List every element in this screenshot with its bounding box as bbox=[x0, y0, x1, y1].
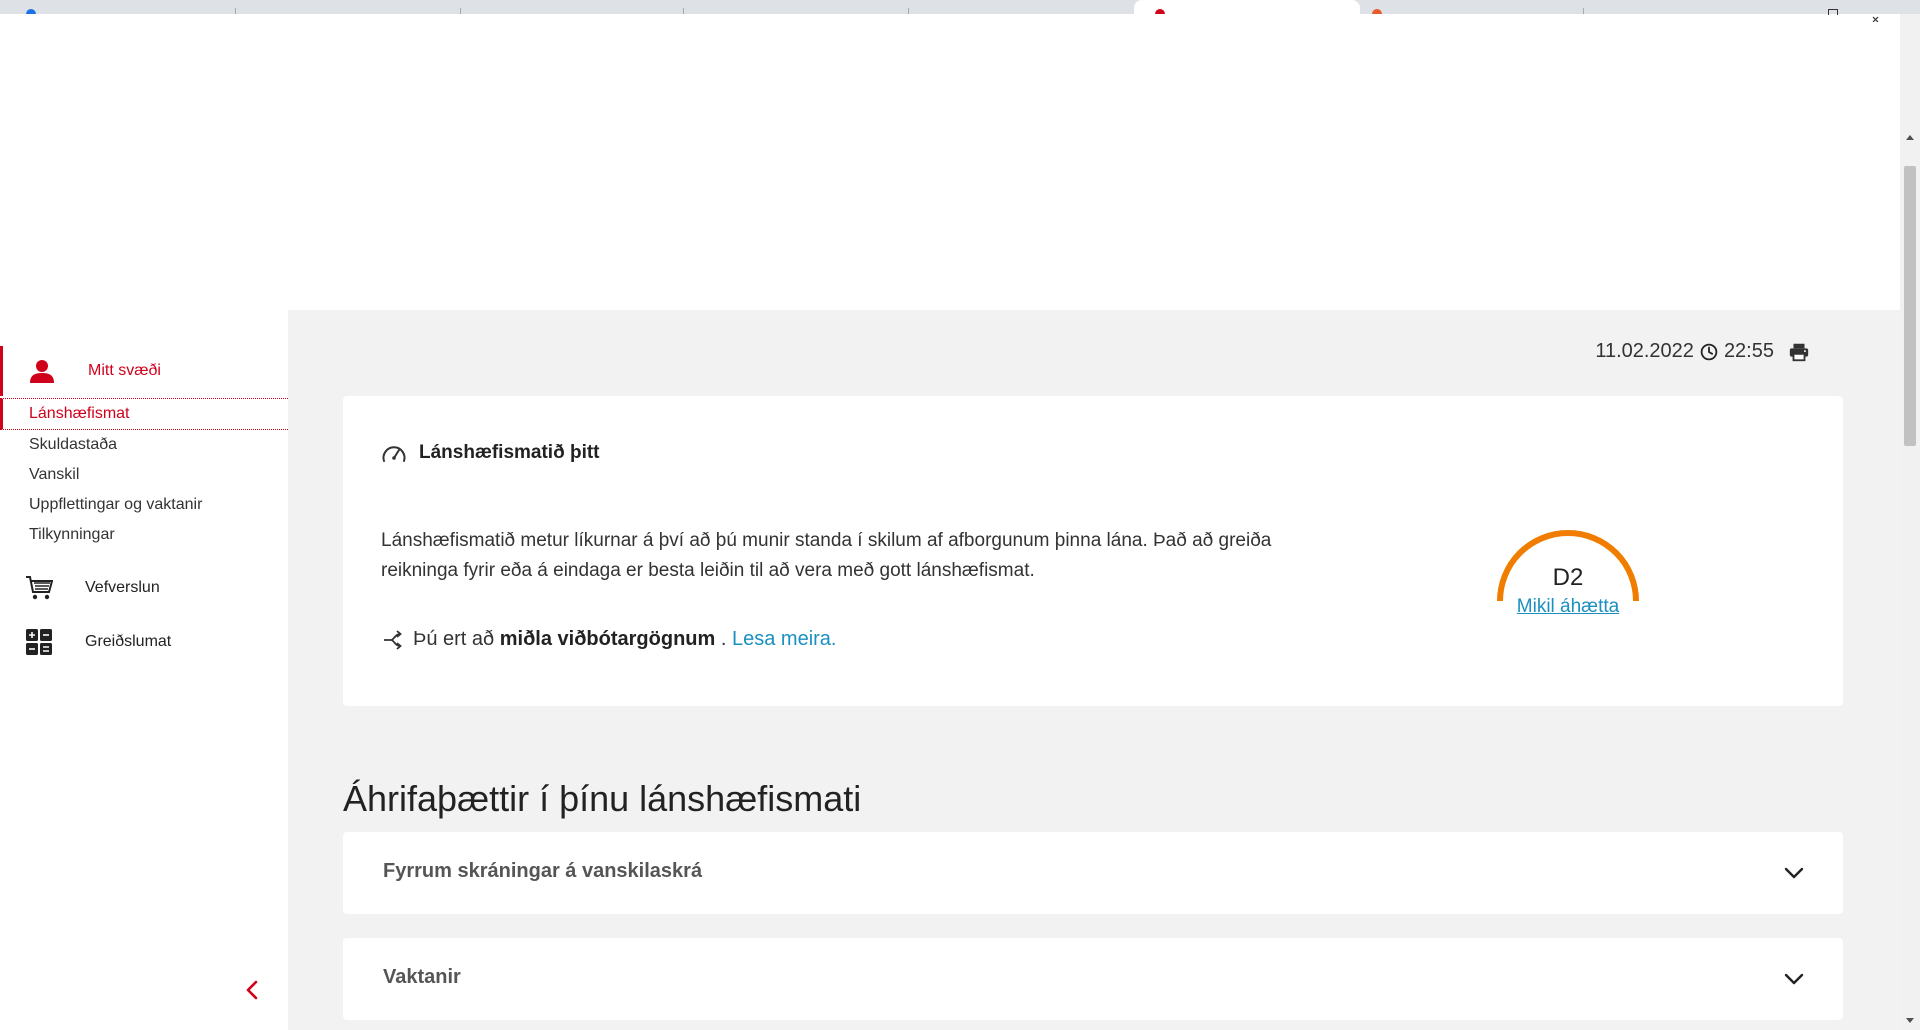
chevron-down-icon bbox=[1784, 867, 1804, 879]
share-icon bbox=[384, 629, 402, 650]
tab-separator bbox=[1583, 8, 1584, 14]
window-restore-icon[interactable] bbox=[1828, 9, 1838, 15]
user-icon bbox=[27, 356, 57, 386]
tab-separator bbox=[460, 8, 461, 14]
timestamp: 11.02.2022 22:55 bbox=[1595, 340, 1810, 363]
main-content: 11.02.2022 22:55 Lánshæfismatið þitt Lán… bbox=[288, 310, 1900, 1030]
accordion-label: Vaktanir bbox=[383, 966, 461, 988]
scroll-down-icon[interactable] bbox=[1906, 1018, 1914, 1023]
section-title: Áhrifaþættir í þínu lánshæfismati bbox=[343, 777, 862, 819]
tab-separator bbox=[683, 8, 684, 14]
gauge-icon bbox=[382, 446, 406, 462]
sidebar: Mitt svæði Lánshæfismat Skuldastaða Vans… bbox=[0, 310, 288, 1030]
tab-separator bbox=[908, 8, 909, 14]
cart-icon bbox=[24, 573, 54, 603]
subnav-item-tilkynningar[interactable]: Tilkynningar bbox=[0, 520, 288, 550]
window-close-icon[interactable] bbox=[1872, 9, 1880, 23]
accordion-vaktanir[interactable]: Vaktanir bbox=[343, 938, 1843, 1020]
risk-level-link[interactable]: Mikil áhætta bbox=[1493, 596, 1643, 618]
scroll-up-icon[interactable] bbox=[1906, 135, 1914, 140]
page-scrollbar[interactable] bbox=[1900, 14, 1920, 1030]
credit-score-value: D2 bbox=[1552, 564, 1584, 591]
chevron-down-icon bbox=[1784, 973, 1804, 985]
nav-greidslumat-label: Greiðslumat bbox=[85, 633, 172, 650]
clock-icon bbox=[1700, 343, 1718, 360]
subnav-item-vanskil[interactable]: Vanskil bbox=[0, 460, 288, 490]
card-title: Lánshæfismatið þitt bbox=[381, 442, 600, 464]
nav-vefverslun-label: Vefverslun bbox=[85, 579, 160, 596]
print-icon[interactable] bbox=[1788, 341, 1810, 363]
nav-greidslumat[interactable]: Greiðslumat bbox=[0, 617, 288, 667]
share-suffix: . bbox=[720, 628, 727, 650]
share-bold: miðla viðbótargögnum bbox=[499, 628, 716, 650]
credit-score-gauge: D2 Mikil áhætta bbox=[1493, 526, 1643, 636]
chevron-left-icon bbox=[246, 980, 258, 1000]
tab-favicon bbox=[26, 9, 36, 14]
scrollbar-thumb[interactable] bbox=[1904, 166, 1916, 446]
subnav-mitt-svaedi: Lánshæfismat Skuldastaða Vanskil Uppflet… bbox=[0, 398, 288, 550]
credit-score-card: Lánshæfismatið þitt Lánshæfismatið metur… bbox=[343, 396, 1843, 706]
tab-favicon bbox=[1155, 9, 1165, 14]
subnav-item-lanshaefismat[interactable]: Lánshæfismat bbox=[0, 398, 288, 430]
read-more-link[interactable]: Lesa meira. bbox=[732, 628, 837, 650]
tab-separator bbox=[235, 8, 236, 14]
share-prefix: Þú ert að bbox=[413, 628, 495, 650]
accordion-vanskilaskra[interactable]: Fyrrum skráningar á vanskilaskrá bbox=[343, 832, 1843, 914]
nav-mitt-svaedi-label: Mitt svæði bbox=[88, 362, 161, 379]
subnav-item-skuldastada[interactable]: Skuldastaða bbox=[0, 430, 288, 460]
timestamp-date: 11.02.2022 bbox=[1595, 340, 1694, 362]
accordion-label: Fyrrum skráningar á vanskilaskrá bbox=[383, 860, 703, 882]
calculator-icon bbox=[24, 627, 54, 657]
nav-mitt-svaedi[interactable]: Mitt svæði bbox=[0, 346, 291, 396]
browser-tabstrip bbox=[0, 0, 1920, 23]
card-description: Lánshæfismatið metur líkurnar á því að þ… bbox=[381, 530, 1272, 581]
subnav-item-uppflettingar[interactable]: Uppflettingar og vaktanir bbox=[0, 490, 288, 520]
data-sharing-note: Þú ert að miðla viðbótargögnum . Lesa me… bbox=[381, 628, 836, 651]
nav-vefverslun[interactable]: Vefverslun bbox=[0, 563, 288, 613]
active-browser-tab[interactable] bbox=[1134, 0, 1360, 14]
tab-favicon bbox=[1372, 9, 1382, 14]
timestamp-time: 22:55 bbox=[1723, 340, 1774, 362]
card-title-text: Lánshæfismatið þitt bbox=[419, 442, 600, 463]
sidebar-collapse-button[interactable] bbox=[240, 978, 264, 1002]
